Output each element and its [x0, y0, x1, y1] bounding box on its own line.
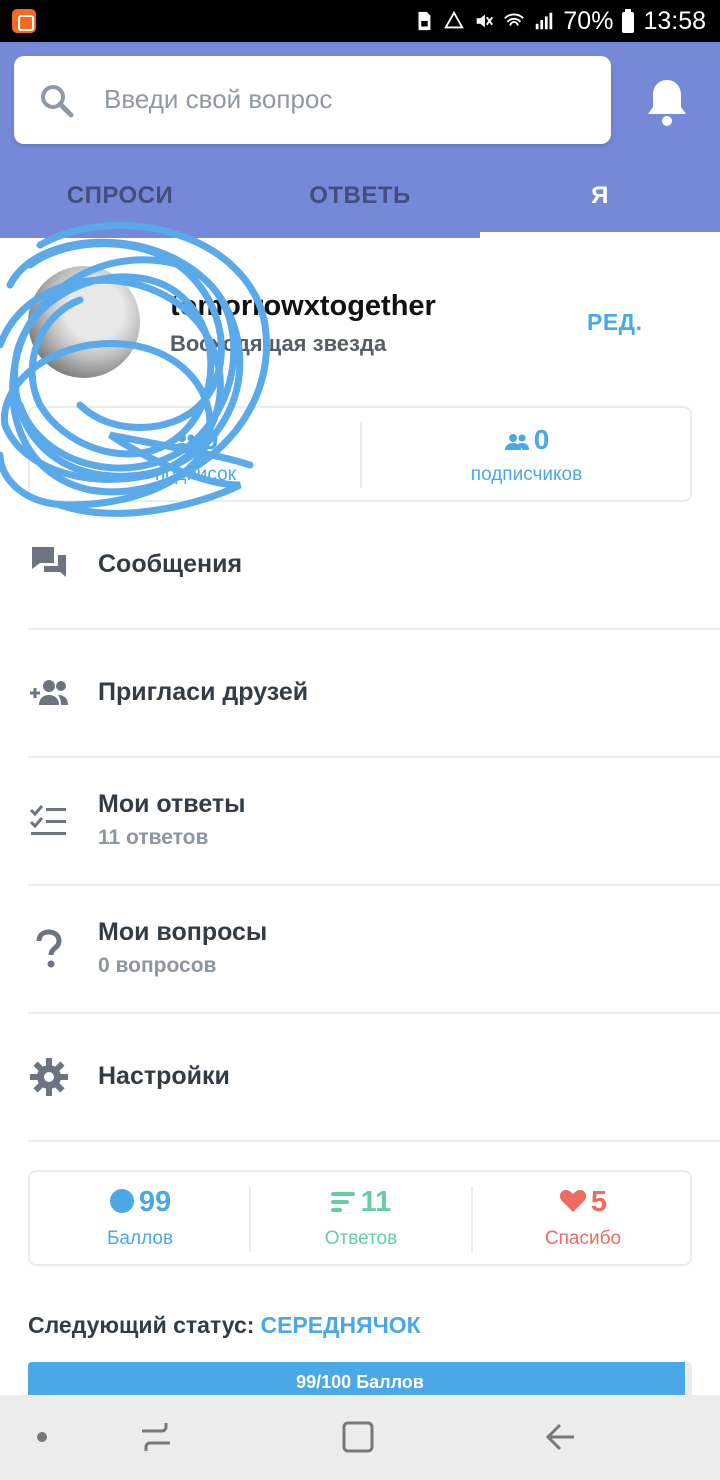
answers-count: 11	[360, 1186, 392, 1218]
menu-item-sublabel: 0 вопросов	[98, 954, 217, 977]
menu-item-sublabel: 11 ответов	[98, 826, 209, 849]
next-status: Следующий статус: СЕРЕДНЯЧОК	[28, 1312, 421, 1339]
menu-item-label: Настройки	[98, 1062, 230, 1090]
recycle-icon	[444, 10, 465, 29]
following-label: подписок	[154, 464, 237, 485]
clock: 13:58	[643, 6, 706, 35]
battery-percent: 70%	[563, 6, 614, 35]
next-status-label: Следующий статус:	[28, 1312, 255, 1338]
lines-icon	[330, 1192, 355, 1212]
tab-me[interactable]: Я	[480, 170, 720, 238]
search-box[interactable]: Введи свой вопрос	[14, 56, 611, 144]
tab-ask[interactable]: СПРОСИ	[0, 170, 240, 238]
app-header: Введи свой вопрос СПРОСИ ОТВЕТЬ Я	[0, 42, 720, 238]
menu-item-settings[interactable]: Настройки	[0, 1014, 720, 1142]
search-input[interactable]: Введи свой вопрос	[104, 84, 332, 115]
thanks-stat[interactable]: 5 Спасибо	[473, 1172, 693, 1264]
signal-icon	[536, 12, 553, 30]
app-notification-icon	[12, 9, 36, 33]
profile-section: tomorrowxtogether Восходящая звезда РЕД.…	[0, 238, 720, 518]
follow-stats: 0 подписок 0 подписчиков	[28, 406, 692, 502]
answers-label: Ответов	[324, 1228, 398, 1249]
thanks-count: 5	[590, 1186, 608, 1218]
tab-answer[interactable]: ОТВЕТЬ	[240, 170, 480, 238]
followers-count: 0	[533, 424, 550, 455]
question-icon	[36, 929, 62, 968]
add-people-icon	[30, 680, 68, 705]
menu-item-my-answers[interactable]: Мои ответы 11 ответов	[0, 758, 720, 886]
heart-icon	[559, 1190, 587, 1212]
avatar[interactable]	[28, 266, 140, 378]
system-nav-bar	[0, 1395, 720, 1480]
wifi-icon	[504, 13, 525, 26]
back-button-icon[interactable]	[540, 1417, 580, 1457]
points-row: 99	[30, 1186, 250, 1219]
search-icon	[41, 85, 74, 118]
followers-stat[interactable]: 0 подписчиков	[361, 408, 692, 500]
stats-box: 99 Баллов 11 Ответов 5 Спасибо	[28, 1170, 692, 1266]
dot-icon	[109, 1189, 134, 1213]
menu-item-label: Пригласи друзей	[98, 678, 309, 706]
bell-icon[interactable]	[644, 76, 690, 128]
menu-item-label: Сообщения	[98, 550, 243, 578]
answers-row: 11	[251, 1186, 471, 1219]
battery-icon	[622, 9, 635, 33]
thanks-row: 5	[473, 1186, 693, 1219]
people-icon	[173, 433, 198, 450]
recent-apps-icon[interactable]	[136, 1417, 176, 1457]
dot-button-icon[interactable]	[22, 1417, 62, 1457]
next-status-value[interactable]: СЕРЕДНЯЧОК	[260, 1312, 420, 1338]
home-button-icon[interactable]	[338, 1417, 378, 1457]
status-bar: 70% 13:58	[0, 0, 720, 42]
separator	[28, 1140, 720, 1142]
people-icon	[504, 433, 529, 450]
following-stat[interactable]: 0 подписок	[30, 408, 361, 500]
following-count: 0	[202, 424, 219, 455]
menu-item-label: Мои ответы	[98, 790, 246, 818]
mute-icon	[477, 14, 494, 28]
user-rank: Восходящая звезда	[170, 331, 387, 356]
followers-count-row: 0	[361, 424, 692, 456]
sim-icon	[418, 11, 431, 31]
points-stat[interactable]: 99 Баллов	[30, 1172, 250, 1264]
points-label: Баллов	[106, 1228, 174, 1249]
chat-icon	[32, 547, 66, 577]
status-icons: 70% 13:58	[413, 7, 706, 35]
menu-item-my-questions[interactable]: Мои вопросы 0 вопросов	[0, 886, 720, 1014]
followers-label: подписчиков	[470, 464, 583, 485]
menu-item-label: Мои вопросы	[98, 918, 268, 946]
answers-stat[interactable]: 11 Ответов	[251, 1172, 471, 1264]
thanks-label: Спасибо	[544, 1228, 622, 1249]
username: tomorrowxtogether	[170, 290, 436, 322]
tab-bar: СПРОСИ ОТВЕТЬ Я	[0, 170, 720, 238]
menu-item-invite[interactable]: Пригласи друзей	[0, 630, 720, 758]
menu-item-messages[interactable]: Сообщения	[0, 500, 720, 628]
gear-icon	[30, 1058, 68, 1096]
following-count-row: 0	[30, 424, 361, 456]
edit-profile-button[interactable]: РЕД.	[587, 309, 642, 336]
points-count: 99	[138, 1186, 172, 1218]
checklist-icon	[29, 805, 66, 835]
